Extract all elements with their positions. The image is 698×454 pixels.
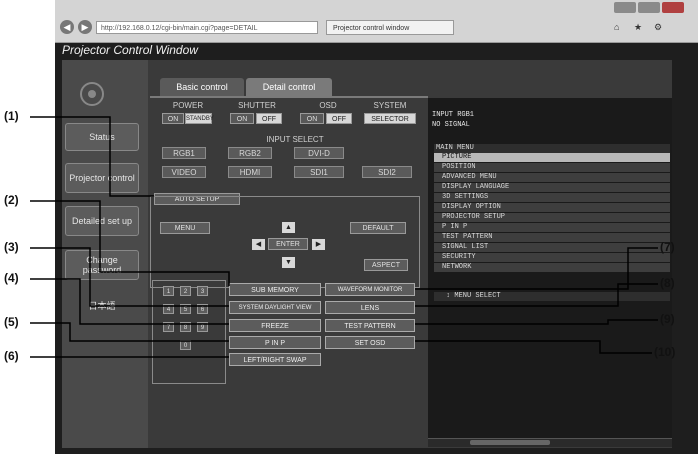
callout-leaders (30, 116, 658, 358)
